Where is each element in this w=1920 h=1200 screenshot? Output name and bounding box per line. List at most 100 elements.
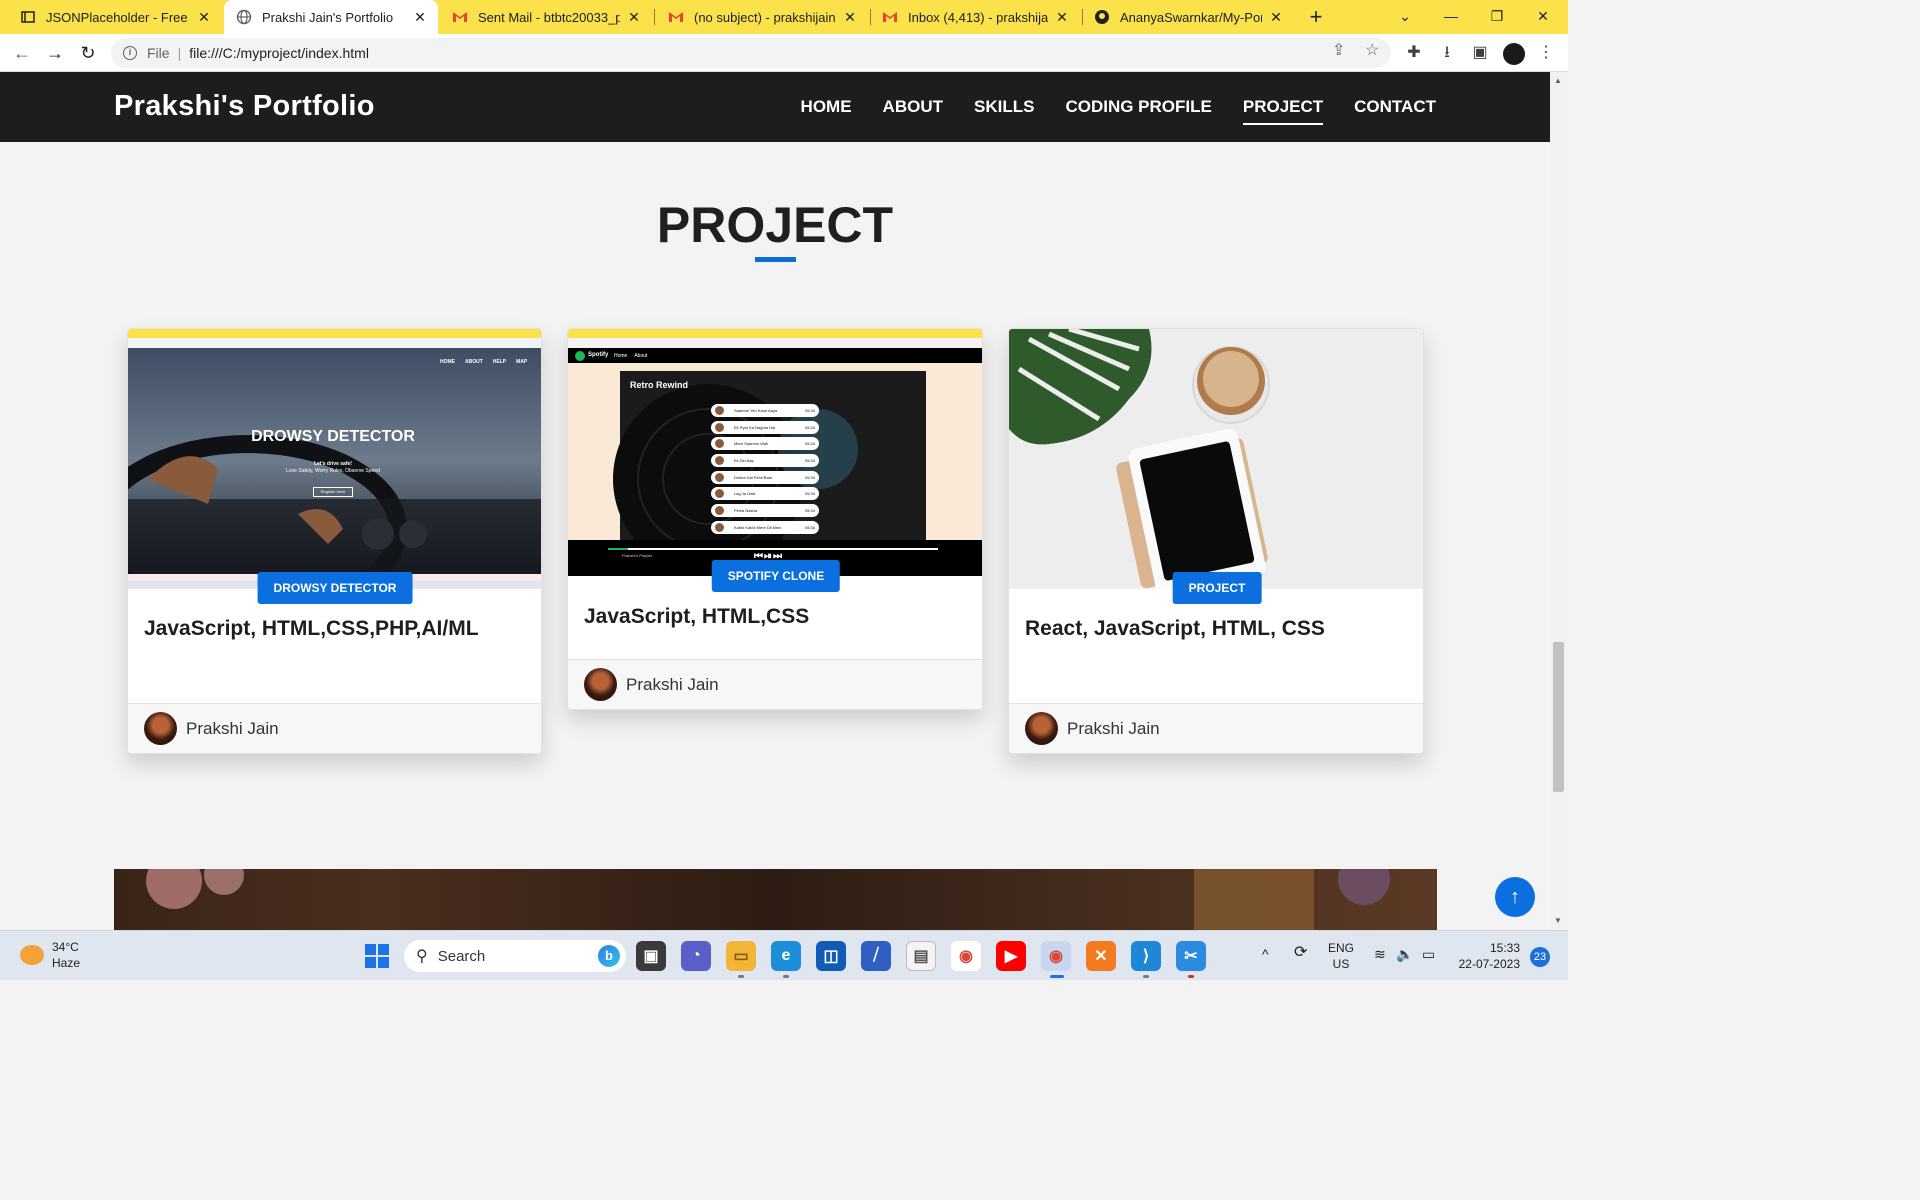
song-row: Dekha Hai Pehli Baar 05:34 [711,470,819,484]
weather-widget[interactable]: 34°C Haze [20,939,80,971]
tab-title: Prakshi Jain's Portfolio [262,9,394,25]
browser-tab-active[interactable]: Prakshi Jain's Portfolio ✕ [224,0,438,34]
snipping-tool-icon[interactable]: ✂ [1176,941,1206,971]
browser-tab[interactable]: JSONPlaceholder - Free Fak ✕ [8,0,222,34]
song-cover [715,439,724,449]
side-panel-icon[interactable]: ▣ [1470,43,1490,63]
browser-tab[interactable]: Inbox (4,413) - prakshijain1 ✕ [870,0,1080,34]
window-close-icon[interactable]: ✕ [1520,0,1566,34]
song-name: Mere Saamne Wali [734,441,768,447]
teams-chat-icon[interactable]: ◔ [681,941,711,971]
project-tech-stack: JavaScript, HTML,CSS [584,605,810,628]
vscode-icon[interactable]: ⟩ [1131,941,1161,971]
back-to-top-button[interactable]: ↑ [1495,877,1535,917]
preview-menu-item: About [634,353,648,359]
scroll-down-arrow-icon[interactable]: ▼ [1554,916,1562,925]
browser-tab[interactable]: (no subject) - prakshijain11 ✕ [656,0,868,34]
profile-avatar[interactable] [1503,43,1525,65]
project-badge[interactable]: SPOTIFY CLONE [711,560,841,592]
site-brand[interactable]: Prakshi's Portfolio [114,90,375,123]
back-arrow-icon[interactable]: ← [9,40,35,66]
chrome-profile-icon[interactable]: ◉ [1041,941,1071,971]
extensions-puzzle-icon[interactable]: ✚ [1404,43,1424,63]
reload-icon[interactable]: ↻ [75,40,101,66]
xampp-icon[interactable]: ✕ [1086,941,1116,971]
playlist-title: Retro Rewind [630,380,689,390]
tray-chevron-up-icon[interactable]: ^ [1262,946,1269,962]
task-view-icon[interactable]: ▣ [636,941,666,971]
address-bar[interactable]: i File | file:///C:/myproject/index.html [111,38,1391,68]
battery-icon[interactable]: ▭ [1422,946,1435,962]
scrollbar-thumb[interactable] [1553,642,1564,792]
card-footer: Prakshi Jain [1009,703,1423,753]
forward-arrow-icon[interactable]: → [42,40,68,66]
gmail-icon [668,9,684,25]
close-icon[interactable]: ✕ [196,9,212,26]
project-photo [1009,329,1423,589]
windows-start-icon[interactable] [365,944,389,968]
bookmark-star-icon[interactable]: ☆ [1365,40,1379,60]
clock[interactable]: 15:33 22-07-2023 [1454,940,1520,972]
project-badge[interactable]: PROJECT [1172,572,1262,604]
author-name: Prakshi Jain [1067,718,1160,738]
project-badge[interactable]: DROWSY DETECTOR [257,572,413,604]
browser-tab[interactable]: Sent Mail - btbtc20033_pra ✕ [440,0,652,34]
wifi-icon[interactable]: ≋ [1374,946,1386,962]
song-name: Saamne Yeh Kaun Aaya [734,408,778,413]
browser-tab[interactable]: AnanyaSwarnkar/My-Portfo ✕ [1082,0,1294,34]
azure-data-studio-icon[interactable]: ⧸ [861,941,891,971]
close-icon[interactable]: ✕ [412,9,428,26]
nav-project[interactable]: PROJECT [1242,97,1324,125]
close-icon[interactable]: ✕ [626,9,642,26]
song-cover [715,506,724,516]
chrome-icon[interactable]: ◉ [951,941,981,971]
song-duration: 05:34 [804,424,815,430]
project-card[interactable]: HOME ABOUT HELP MAP DROWSY DETECTOR Let'… [127,328,542,754]
project-card[interactable]: PROJECT React, JavaScript, HTML, CSS Pra… [1008,328,1424,754]
close-icon[interactable]: ✕ [842,9,858,26]
nav-skills[interactable]: SKILLS [974,97,1034,117]
jsonplaceholder-icon [20,9,36,25]
project-card[interactable]: Spotify Home About Retro Rewind Saamne Y… [567,328,983,710]
file-explorer-icon[interactable]: ▭ [726,941,756,971]
address-url[interactable]: file:///C:/myproject/index.html [189,45,369,61]
close-icon[interactable]: ✕ [1054,9,1070,26]
close-icon[interactable]: ✕ [1268,9,1284,26]
nav-home[interactable]: HOME [801,97,852,117]
song-row: Ek Din Aap 05:34 [711,454,819,468]
notification-badge[interactable]: 23 [1530,947,1550,967]
preview-logo: Spotify [588,352,609,358]
song-name: Pehla Nasha [734,508,757,514]
nav-coding-profile[interactable]: CODING PROFILE [1065,97,1211,117]
info-icon[interactable]: i [123,46,137,60]
nav-about[interactable]: ABOUT [883,97,943,117]
language-indicator[interactable]: ENG US [1328,940,1354,972]
download-icon[interactable]: ⭳ [1437,43,1457,63]
share-icon[interactable]: ⇪ [1332,40,1345,60]
speaker-muted-icon[interactable]: 🔈 [1396,946,1413,962]
edge-icon[interactable]: e [771,941,801,971]
project-screenshot: Spotify Home About Retro Rewind Saamne Y… [568,329,982,576]
clock-time: 15:33 [1489,941,1520,955]
preview-tagline: Let's drive safe! [314,461,352,467]
kebab-menu-icon[interactable]: ⋮ [1536,43,1556,63]
youtube-icon[interactable]: ▶ [996,941,1026,971]
microsoft-store-icon[interactable]: ◫ [816,941,846,971]
new-tab-button[interactable]: + [1302,3,1330,31]
bing-icon[interactable]: b [598,945,620,967]
scroll-up-arrow-icon[interactable]: ▲ [1554,76,1562,85]
tab-search-chevron-icon[interactable]: ⌄ [1382,0,1428,34]
page-scrollbar[interactable]: ▲ ▼ [1550,72,1568,930]
song-name: Dekha Hai Pehli Baar [734,474,773,480]
nav-contact[interactable]: CONTACT [1354,97,1436,117]
song-cover [715,489,724,499]
notepad-icon[interactable]: ▤ [906,941,936,971]
minimize-icon[interactable]: — [1428,0,1474,34]
gmail-icon [882,9,898,25]
sync-icon[interactable]: ⟳ [1294,945,1307,961]
clock-date: 22-07-2023 [1458,957,1520,971]
maximize-icon[interactable]: ❐ [1474,0,1520,34]
author-name: Prakshi Jain [626,674,719,694]
windows-taskbar: 34°C Haze ⚲ Search b ▣ ◔ ▭ e ◫ ⧸ ▤ ◉ ▶ ◉… [0,930,1568,980]
taskbar-search[interactable]: ⚲ Search b [404,940,626,972]
